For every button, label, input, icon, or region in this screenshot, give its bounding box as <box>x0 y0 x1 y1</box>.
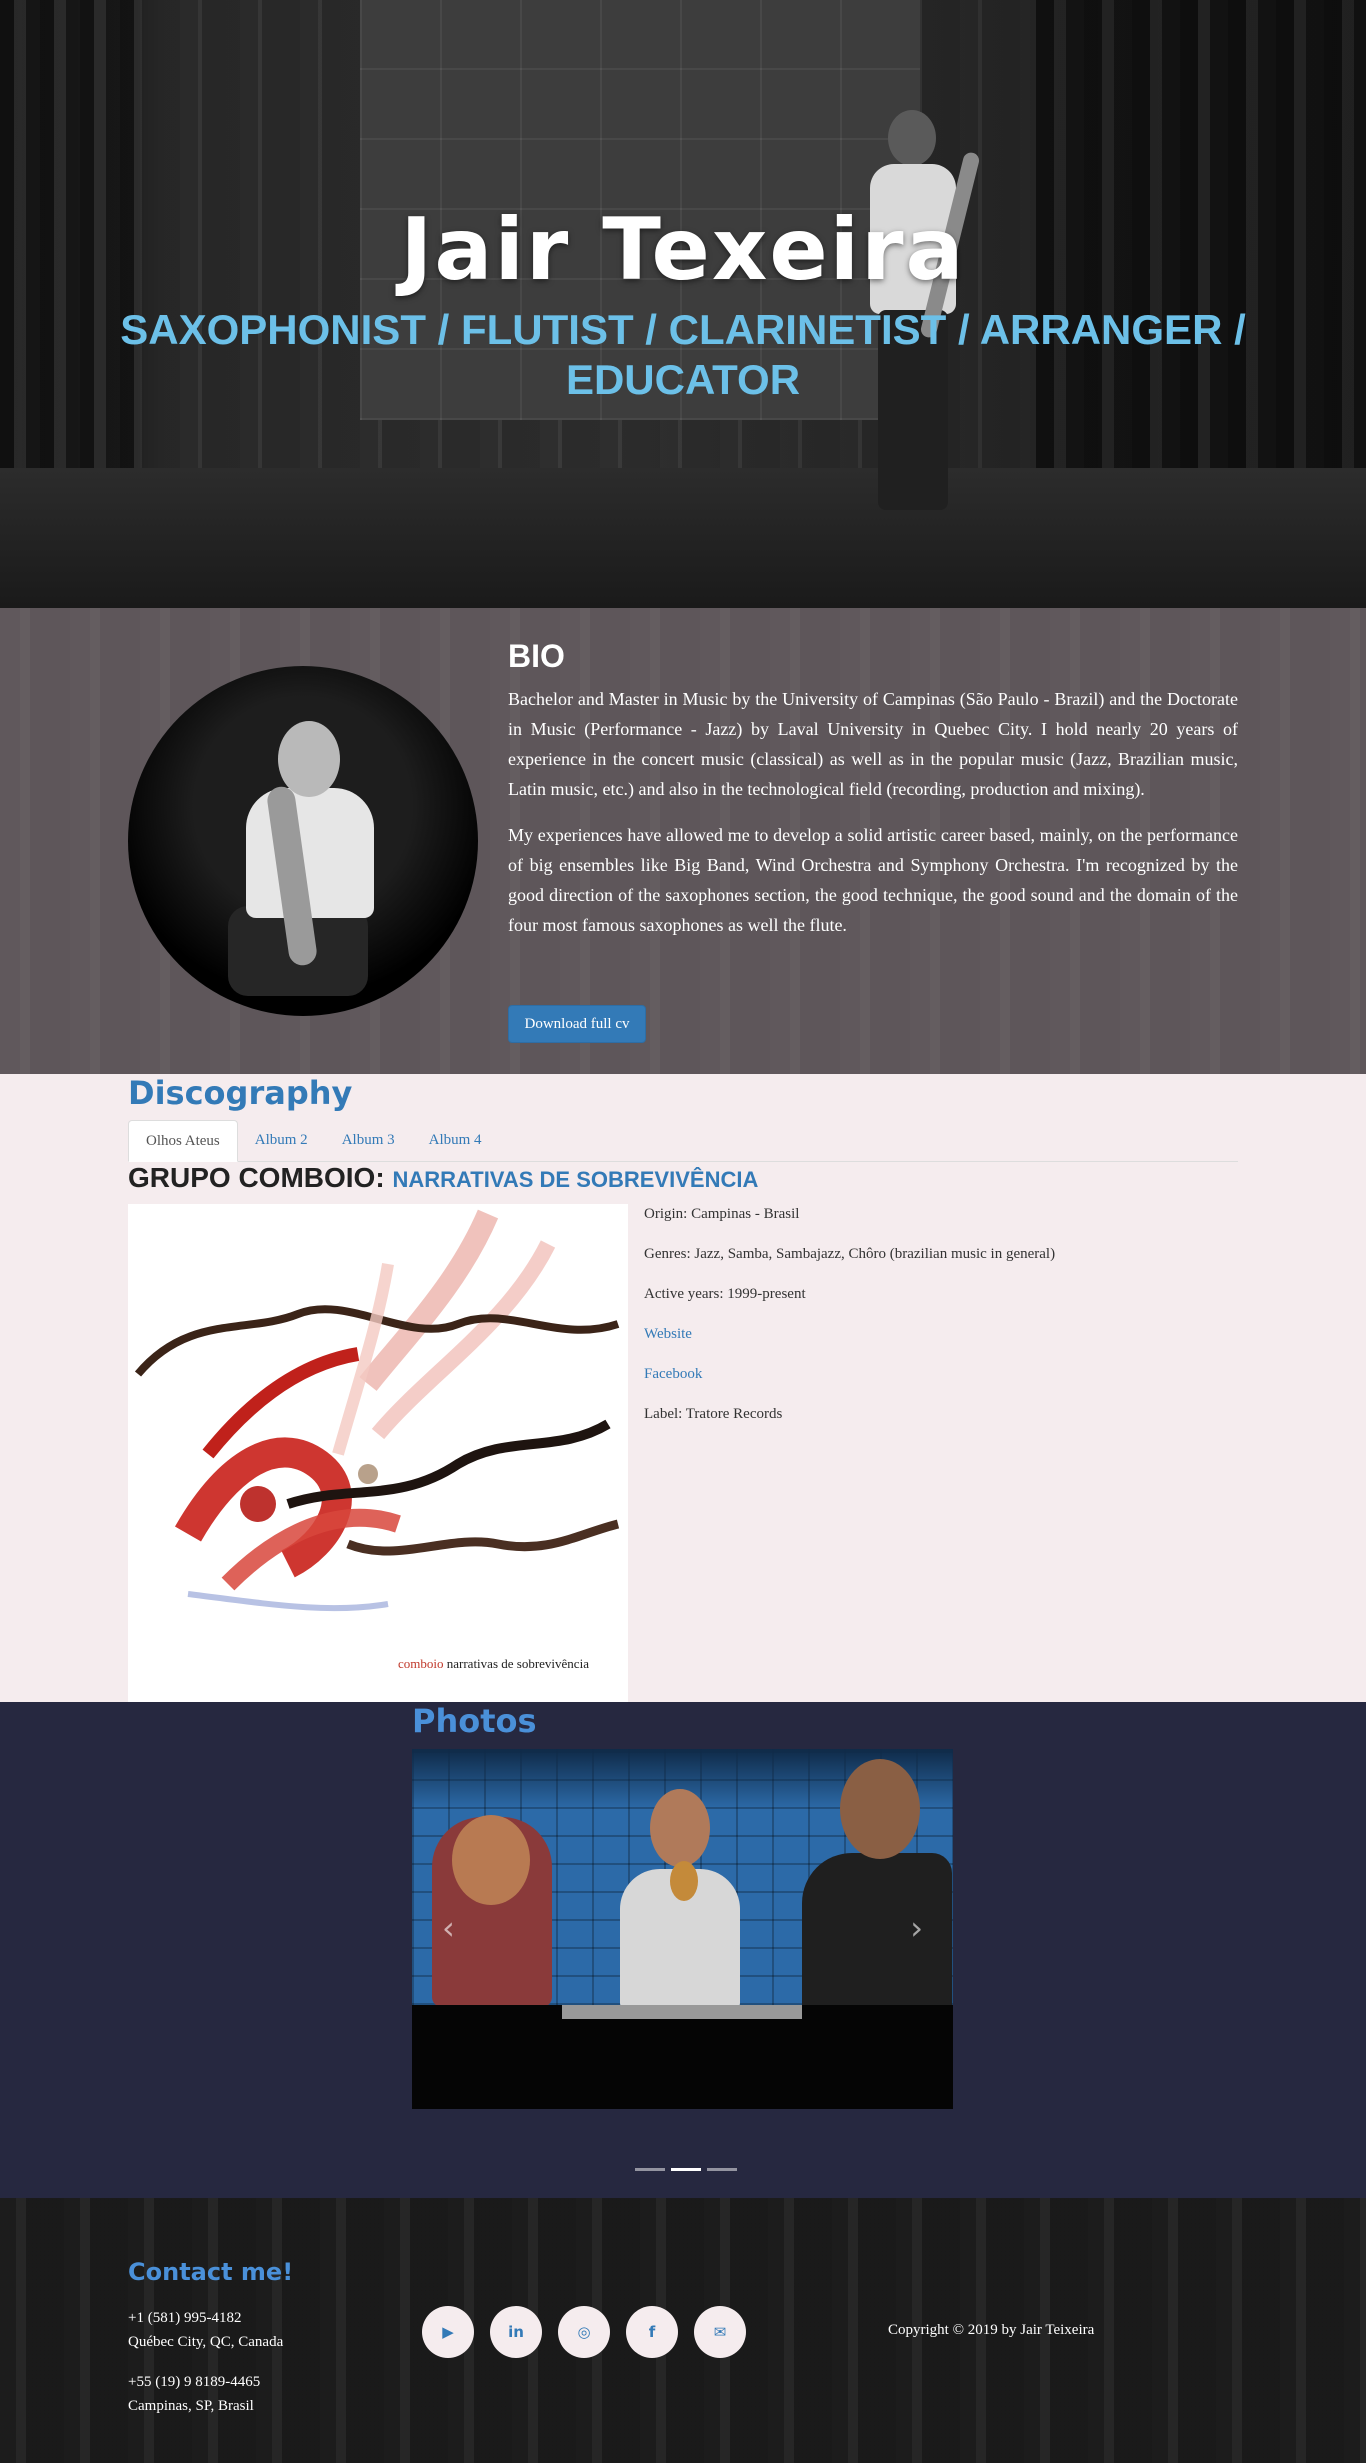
tab-olhos-ateus[interactable]: Olhos Ateus <box>128 1120 238 1162</box>
website-link[interactable]: Website <box>644 1326 692 1342</box>
linkedin-icon[interactable]: in <box>490 2306 542 2358</box>
bio-section: BIO Bachelor and Master in Music by the … <box>0 608 1366 1074</box>
album-details: Origin: Campinas - Brasil Genres: Jazz, … <box>644 1204 1244 1444</box>
email-icon[interactable]: ✉ <box>694 2306 746 2358</box>
carousel-next-icon[interactable]: › <box>910 1909 923 1947</box>
hero-subtitle: SAXOPHONIST / FLUTIST / CLARINETIST / AR… <box>120 306 1246 403</box>
bio-portrait-image <box>128 666 478 1016</box>
album-active-years: Active years: 1999-present <box>644 1286 806 1302</box>
carousel-indicators <box>632 2168 740 2172</box>
album-label: Label: Tratore Records <box>644 1406 783 1422</box>
tab-album-3[interactable]: Album 3 <box>325 1120 412 1162</box>
phone-brazil: +55 (19) 9 8189-4465 <box>128 2374 261 2390</box>
album-cover-caption: comboio narrativas de sobrevivência <box>398 1656 589 1672</box>
contact-title: Contact me! <box>128 2258 294 2286</box>
bio-paragraph: My experiences have allowed me to develo… <box>508 825 1238 935</box>
album-origin: Origin: Campinas - Brasil <box>644 1206 800 1222</box>
cover-band-name: comboio <box>398 1656 444 1671</box>
photo-carousel[interactable]: ‹ › <box>412 1749 953 2109</box>
footer: Contact me! +1 (581) 995-4182 Québec Cit… <box>0 2198 1366 2463</box>
phone-canada: +1 (581) 995-4182 <box>128 2310 242 2326</box>
tab-album-4[interactable]: Album 4 <box>412 1120 499 1162</box>
carousel-indicator[interactable] <box>635 2168 665 2171</box>
facebook-link[interactable]: Facebook <box>644 1366 702 1382</box>
city-canada: Québec City, QC, Canada <box>128 2334 284 2350</box>
photos-section: Photos ‹ › <box>0 1702 1366 2198</box>
discography-section: Discography Olhos Ateus Album 2 Album 3 … <box>0 1074 1366 1702</box>
bio-heading: BIO <box>508 638 565 674</box>
facebook-icon[interactable]: f <box>626 2306 678 2358</box>
album-name: NARRATIVAS DE SOBREVIVÊNCIA <box>392 1167 759 1192</box>
youtube-icon[interactable]: ▶ <box>422 2306 474 2358</box>
hero-title: Jair Texeira <box>400 200 966 300</box>
copyright: Copyright © 2019 by Jair Teixeira <box>888 2322 1095 2338</box>
carousel-indicator[interactable] <box>707 2168 737 2171</box>
album-tabs: Olhos Ateus Album 2 Album 3 Album 4 <box>128 1120 1238 1162</box>
download-cv-button[interactable]: Download full cv <box>508 1005 646 1043</box>
hero-section: Jair Texeira SAXOPHONIST / FLUTIST / CLA… <box>0 0 1366 608</box>
bio-paragraph: Bachelor and Master in Music by the Univ… <box>508 689 1238 799</box>
album-title: GRUPO COMBOIO: NARRATIVAS DE SOBREVIVÊNC… <box>128 1162 758 1194</box>
carousel-prev-icon[interactable]: ‹ <box>442 1909 455 1947</box>
hero-floor <box>0 468 1366 608</box>
cover-album-name: narrativas de sobrevivência <box>446 1656 589 1671</box>
tab-album-2[interactable]: Album 2 <box>238 1120 325 1162</box>
photos-title: Photos <box>412 1702 537 1740</box>
instagram-icon[interactable]: ◎ <box>558 2306 610 2358</box>
carousel-indicator-active[interactable] <box>671 2168 701 2171</box>
bio-text: Bachelor and Master in Music by the Univ… <box>508 684 1238 956</box>
album-genres: Genres: Jazz, Samba, Sambajazz, Chôro (b… <box>644 1246 1056 1262</box>
album-group-name: GRUPO COMBOIO: <box>128 1162 385 1193</box>
social-links: ▶ in ◎ f ✉ <box>422 2306 762 2358</box>
city-brazil: Campinas, SP, Brasil <box>128 2398 254 2414</box>
album-cover-artwork <box>128 1204 628 1702</box>
discography-title: Discography <box>128 1074 353 1112</box>
contact-info: +1 (581) 995-4182 Québec City, QC, Canad… <box>128 2306 283 2418</box>
album-cover-image: comboio narrativas de sobrevivência <box>128 1204 628 1702</box>
